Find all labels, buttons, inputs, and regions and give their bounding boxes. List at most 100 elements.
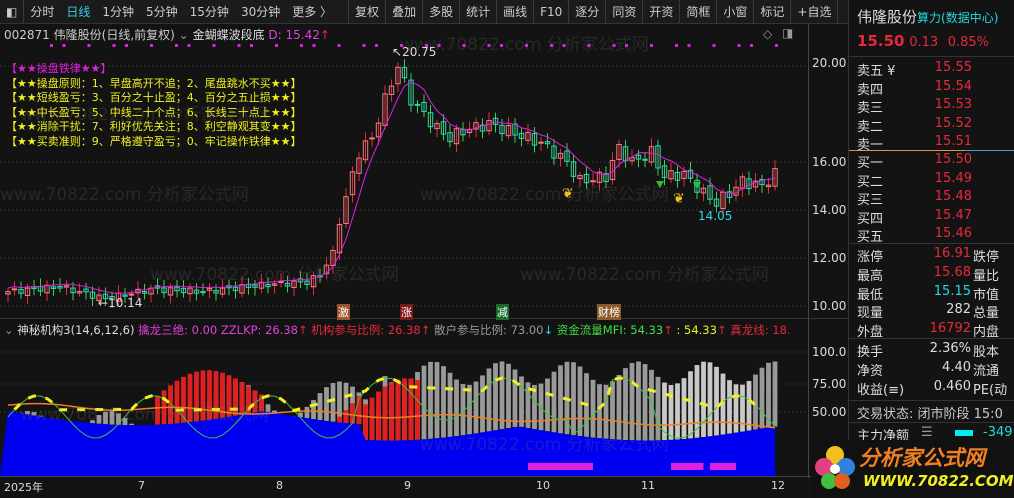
signal-dot <box>650 44 653 47</box>
signal-dot <box>775 44 778 47</box>
red-bar <box>187 373 193 423</box>
red-bar <box>395 379 401 441</box>
red-bar <box>389 382 394 441</box>
gray-bar <box>317 393 323 421</box>
price-tick: 16.00 <box>812 155 847 169</box>
gray-bar <box>675 383 680 440</box>
signal-dot <box>125 44 128 47</box>
indicator-value: ZZLKP: 26.38 <box>220 323 298 337</box>
price-change: 0.13 <box>909 35 939 50</box>
signal-dot <box>275 44 278 47</box>
gray-bar <box>759 367 765 429</box>
red-bar <box>207 370 212 420</box>
signal-dot <box>87 44 91 47</box>
signal-tag: 减 <box>496 304 509 320</box>
sector-tag[interactable]: 算力(数据中心) <box>917 11 998 25</box>
indicator-value: 资金流量MFI: 54.33 <box>556 323 664 337</box>
high-value: 20.75 <box>402 45 437 59</box>
red-bar <box>200 370 206 421</box>
gray-bar <box>109 411 115 425</box>
gray-bar <box>103 411 108 425</box>
magenta-bar <box>710 462 736 470</box>
gray-bar <box>96 415 102 424</box>
rule-line: 【★★买卖准则：9、严格遵守盈亏；0、牢记操作铁律★★】 <box>6 134 302 148</box>
gray-bar <box>551 371 557 433</box>
ask-price: 15.52 <box>934 115 972 131</box>
price-change-pct: 0.85% <box>947 35 990 50</box>
indicator-collapse-icon[interactable]: ⌄ <box>4 323 14 337</box>
bid-price: 15.49 <box>934 170 972 186</box>
red-bar <box>337 416 342 423</box>
x-tick: 2025年 <box>4 481 43 494</box>
indicator-name[interactable]: 金蝴蝶波段底 <box>193 28 265 42</box>
panel-icon[interactable]: ◨ <box>782 26 793 40</box>
gray-bar <box>597 384 602 439</box>
candle-body <box>11 288 18 291</box>
signal-dot <box>750 44 753 47</box>
indicator-name[interactable]: 神秘机构3(14,6,12,6) <box>17 323 134 337</box>
signal-dot <box>712 44 716 47</box>
indicator-tick: 50.00 <box>812 405 847 419</box>
red-bar <box>369 397 375 441</box>
main-flow-value: -349 <box>983 425 1013 440</box>
stat-label: 最低 <box>857 287 884 303</box>
rule-line: 【★★消除干扰：7、利好优先关注；8、利空静观其变★★】 <box>6 120 302 133</box>
gray-bar <box>337 381 342 423</box>
stat-label: 收益(≡) <box>857 383 905 398</box>
flower-logo-icon <box>815 446 855 489</box>
signal-tag: 涨 <box>400 304 413 320</box>
logo-text: 分析家公式网 <box>859 446 985 470</box>
trading-rules-text: 【★★操盘铁律★★】 【★★操盘原则：1、早盘高开不追；2、尾盘跳水不买★★】 … <box>6 62 301 149</box>
x-tick: 9 <box>404 479 411 492</box>
price-tick: 10.00 <box>812 299 847 313</box>
gray-bar <box>499 361 505 430</box>
ask-price: 15.51 <box>934 134 972 149</box>
gray-bar <box>636 361 641 441</box>
signal-dot <box>50 44 53 47</box>
candle-body <box>278 281 284 284</box>
list-icon[interactable]: ☰ <box>921 425 933 440</box>
red-bar <box>363 404 368 440</box>
gray-bar <box>746 380 752 431</box>
gray-bar <box>707 362 713 437</box>
gray-bar <box>265 404 271 412</box>
butterfly-icon: ❦ <box>562 186 574 202</box>
stat-label: 总量 <box>973 306 1000 322</box>
low-annotation: ←10.14 <box>98 296 143 310</box>
bid-label: 买二 <box>857 174 884 190</box>
gray-bar <box>473 381 479 434</box>
up-arrow-icon: ↑ <box>319 28 330 42</box>
signal-dot <box>62 44 66 47</box>
diamond-icon[interactable]: ◇ <box>763 27 772 41</box>
x-tick: 8 <box>276 479 283 492</box>
red-bar <box>168 385 173 424</box>
gray-bar <box>733 384 739 433</box>
gray-bar <box>649 369 654 441</box>
divider <box>0 318 848 319</box>
rule-line: 【★★操盘原则：1、早盘高开不追；2、尾盘跳水不买★★】 <box>6 76 302 90</box>
signal-dot <box>337 44 341 47</box>
signal-dot <box>112 44 116 47</box>
indicator-value: 机构参与比例: 26.38 <box>311 323 421 337</box>
gray-bar <box>590 379 596 438</box>
gray-bar <box>311 400 316 420</box>
gray-bar <box>454 379 459 437</box>
gray-bar <box>629 362 635 441</box>
stock-code: 002871 <box>4 28 50 42</box>
red-bar <box>350 403 355 424</box>
site-logo: 分析家公式网 WWW.70822.COM <box>811 440 1014 498</box>
ask-price: 15.55 <box>934 60 972 75</box>
stat-label: 跌停 <box>973 250 1000 265</box>
gray-bar <box>577 366 583 437</box>
rule-line: 【★★短线盈亏：3、百分之十止盈；4、百分之五止损★★】 <box>6 91 302 104</box>
gray-bar <box>129 423 134 426</box>
high-annotation: ↖20.75 <box>392 45 437 59</box>
chart-mode: (日线,前复权) <box>101 28 175 42</box>
butterfly-icon: ❦ <box>673 191 685 207</box>
stat-value: 15.68 <box>933 264 971 280</box>
indicator-toggle-icon[interactable]: ⌄ <box>179 28 189 42</box>
signal-dot <box>437 44 441 47</box>
last-price: 15.50 <box>857 32 905 50</box>
rule-line: 【★★中长盈亏：5、中线二十个点；6、长线三十点上★★】 <box>6 105 302 119</box>
logo-url: WWW.70822.COM <box>863 472 1014 490</box>
